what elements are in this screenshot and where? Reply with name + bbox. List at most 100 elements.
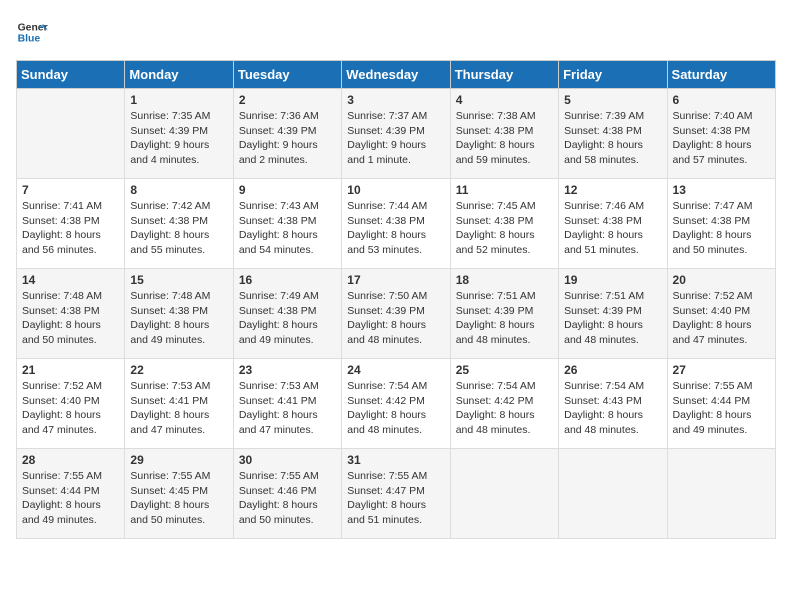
sunset-text: Sunset: 4:42 PM xyxy=(456,395,534,407)
sunset-text: Sunset: 4:42 PM xyxy=(347,395,425,407)
calendar-cell: 13 Sunrise: 7:47 AM Sunset: 4:38 PM Dayl… xyxy=(667,179,775,269)
cell-info: Sunrise: 7:54 AM Sunset: 4:42 PM Dayligh… xyxy=(456,379,553,438)
sunrise-text: Sunrise: 7:35 AM xyxy=(130,110,210,122)
calendar-cell: 2 Sunrise: 7:36 AM Sunset: 4:39 PM Dayli… xyxy=(233,89,341,179)
calendar-cell: 20 Sunrise: 7:52 AM Sunset: 4:40 PM Dayl… xyxy=(667,269,775,359)
calendar-cell: 8 Sunrise: 7:42 AM Sunset: 4:38 PM Dayli… xyxy=(125,179,233,269)
sunrise-text: Sunrise: 7:51 AM xyxy=(564,290,644,302)
cell-info: Sunrise: 7:35 AM Sunset: 4:39 PM Dayligh… xyxy=(130,109,227,168)
calendar-cell: 5 Sunrise: 7:39 AM Sunset: 4:38 PM Dayli… xyxy=(559,89,667,179)
cell-info: Sunrise: 7:45 AM Sunset: 4:38 PM Dayligh… xyxy=(456,199,553,258)
day-number: 20 xyxy=(673,273,770,287)
svg-text:Blue: Blue xyxy=(18,34,41,45)
day-number: 18 xyxy=(456,273,553,287)
cell-info: Sunrise: 7:55 AM Sunset: 4:45 PM Dayligh… xyxy=(130,469,227,528)
calendar-cell: 10 Sunrise: 7:44 AM Sunset: 4:38 PM Dayl… xyxy=(342,179,450,269)
calendar-cell: 14 Sunrise: 7:48 AM Sunset: 4:38 PM Dayl… xyxy=(17,269,125,359)
cell-info: Sunrise: 7:46 AM Sunset: 4:38 PM Dayligh… xyxy=(564,199,661,258)
cell-info: Sunrise: 7:42 AM Sunset: 4:38 PM Dayligh… xyxy=(130,199,227,258)
sunrise-text: Sunrise: 7:48 AM xyxy=(22,290,102,302)
daylight-text: Daylight: 8 hours and 50 minutes. xyxy=(130,499,209,526)
logo: General Blue xyxy=(16,16,48,48)
daylight-text: Daylight: 8 hours and 56 minutes. xyxy=(22,229,101,256)
sunrise-text: Sunrise: 7:39 AM xyxy=(564,110,644,122)
day-number: 12 xyxy=(564,183,661,197)
calendar-cell: 1 Sunrise: 7:35 AM Sunset: 4:39 PM Dayli… xyxy=(125,89,233,179)
sunset-text: Sunset: 4:38 PM xyxy=(564,215,642,227)
sunset-text: Sunset: 4:41 PM xyxy=(130,395,208,407)
cell-info: Sunrise: 7:55 AM Sunset: 4:46 PM Dayligh… xyxy=(239,469,336,528)
day-number: 13 xyxy=(673,183,770,197)
header-monday: Monday xyxy=(125,61,233,89)
sunset-text: Sunset: 4:38 PM xyxy=(130,305,208,317)
cell-info: Sunrise: 7:43 AM Sunset: 4:38 PM Dayligh… xyxy=(239,199,336,258)
cell-info: Sunrise: 7:51 AM Sunset: 4:39 PM Dayligh… xyxy=(456,289,553,348)
calendar-cell: 15 Sunrise: 7:48 AM Sunset: 4:38 PM Dayl… xyxy=(125,269,233,359)
svg-text:General: General xyxy=(18,22,48,33)
daylight-text: Daylight: 8 hours and 49 minutes. xyxy=(130,319,209,346)
calendar-cell: 19 Sunrise: 7:51 AM Sunset: 4:39 PM Dayl… xyxy=(559,269,667,359)
calendar-week-row: 28 Sunrise: 7:55 AM Sunset: 4:44 PM Dayl… xyxy=(17,449,776,539)
cell-info: Sunrise: 7:38 AM Sunset: 4:38 PM Dayligh… xyxy=(456,109,553,168)
sunrise-text: Sunrise: 7:54 AM xyxy=(347,380,427,392)
calendar-cell: 26 Sunrise: 7:54 AM Sunset: 4:43 PM Dayl… xyxy=(559,359,667,449)
calendar-table: SundayMondayTuesdayWednesdayThursdayFrid… xyxy=(16,60,776,539)
calendar-week-row: 14 Sunrise: 7:48 AM Sunset: 4:38 PM Dayl… xyxy=(17,269,776,359)
cell-info: Sunrise: 7:52 AM Sunset: 4:40 PM Dayligh… xyxy=(22,379,119,438)
daylight-text: Daylight: 9 hours and 4 minutes. xyxy=(130,139,209,166)
calendar-cell: 27 Sunrise: 7:55 AM Sunset: 4:44 PM Dayl… xyxy=(667,359,775,449)
day-number: 26 xyxy=(564,363,661,377)
sunset-text: Sunset: 4:38 PM xyxy=(130,215,208,227)
calendar-cell: 16 Sunrise: 7:49 AM Sunset: 4:38 PM Dayl… xyxy=(233,269,341,359)
cell-info: Sunrise: 7:55 AM Sunset: 4:44 PM Dayligh… xyxy=(22,469,119,528)
daylight-text: Daylight: 8 hours and 54 minutes. xyxy=(239,229,318,256)
daylight-text: Daylight: 8 hours and 48 minutes. xyxy=(456,409,535,436)
day-number: 27 xyxy=(673,363,770,377)
header-tuesday: Tuesday xyxy=(233,61,341,89)
logo-icon: General Blue xyxy=(16,16,48,48)
calendar-cell: 18 Sunrise: 7:51 AM Sunset: 4:39 PM Dayl… xyxy=(450,269,558,359)
daylight-text: Daylight: 8 hours and 50 minutes. xyxy=(22,319,101,346)
day-number: 30 xyxy=(239,453,336,467)
sunset-text: Sunset: 4:39 PM xyxy=(130,125,208,137)
header-thursday: Thursday xyxy=(450,61,558,89)
cell-info: Sunrise: 7:47 AM Sunset: 4:38 PM Dayligh… xyxy=(673,199,770,258)
calendar-cell: 12 Sunrise: 7:46 AM Sunset: 4:38 PM Dayl… xyxy=(559,179,667,269)
cell-info: Sunrise: 7:49 AM Sunset: 4:38 PM Dayligh… xyxy=(239,289,336,348)
calendar-cell: 3 Sunrise: 7:37 AM Sunset: 4:39 PM Dayli… xyxy=(342,89,450,179)
daylight-text: Daylight: 8 hours and 50 minutes. xyxy=(239,499,318,526)
sunset-text: Sunset: 4:39 PM xyxy=(456,305,534,317)
daylight-text: Daylight: 8 hours and 48 minutes. xyxy=(347,409,426,436)
calendar-cell: 17 Sunrise: 7:50 AM Sunset: 4:39 PM Dayl… xyxy=(342,269,450,359)
calendar-cell: 9 Sunrise: 7:43 AM Sunset: 4:38 PM Dayli… xyxy=(233,179,341,269)
sunset-text: Sunset: 4:38 PM xyxy=(456,215,534,227)
daylight-text: Daylight: 8 hours and 58 minutes. xyxy=(564,139,643,166)
sunrise-text: Sunrise: 7:47 AM xyxy=(673,200,753,212)
calendar-cell: 22 Sunrise: 7:53 AM Sunset: 4:41 PM Dayl… xyxy=(125,359,233,449)
sunset-text: Sunset: 4:38 PM xyxy=(347,215,425,227)
cell-info: Sunrise: 7:52 AM Sunset: 4:40 PM Dayligh… xyxy=(673,289,770,348)
sunrise-text: Sunrise: 7:53 AM xyxy=(130,380,210,392)
daylight-text: Daylight: 8 hours and 51 minutes. xyxy=(347,499,426,526)
day-number: 8 xyxy=(130,183,227,197)
cell-info: Sunrise: 7:48 AM Sunset: 4:38 PM Dayligh… xyxy=(22,289,119,348)
sunset-text: Sunset: 4:39 PM xyxy=(239,125,317,137)
sunrise-text: Sunrise: 7:51 AM xyxy=(456,290,536,302)
sunrise-text: Sunrise: 7:40 AM xyxy=(673,110,753,122)
day-number: 22 xyxy=(130,363,227,377)
sunrise-text: Sunrise: 7:41 AM xyxy=(22,200,102,212)
day-number: 6 xyxy=(673,93,770,107)
sunset-text: Sunset: 4:40 PM xyxy=(22,395,100,407)
calendar-cell xyxy=(17,89,125,179)
day-number: 3 xyxy=(347,93,444,107)
day-number: 19 xyxy=(564,273,661,287)
cell-info: Sunrise: 7:41 AM Sunset: 4:38 PM Dayligh… xyxy=(22,199,119,258)
cell-info: Sunrise: 7:50 AM Sunset: 4:39 PM Dayligh… xyxy=(347,289,444,348)
daylight-text: Daylight: 8 hours and 53 minutes. xyxy=(347,229,426,256)
calendar-cell: 29 Sunrise: 7:55 AM Sunset: 4:45 PM Dayl… xyxy=(125,449,233,539)
cell-info: Sunrise: 7:53 AM Sunset: 4:41 PM Dayligh… xyxy=(239,379,336,438)
sunrise-text: Sunrise: 7:45 AM xyxy=(456,200,536,212)
daylight-text: Daylight: 8 hours and 48 minutes. xyxy=(456,319,535,346)
daylight-text: Daylight: 8 hours and 49 minutes. xyxy=(239,319,318,346)
calendar-cell: 28 Sunrise: 7:55 AM Sunset: 4:44 PM Dayl… xyxy=(17,449,125,539)
